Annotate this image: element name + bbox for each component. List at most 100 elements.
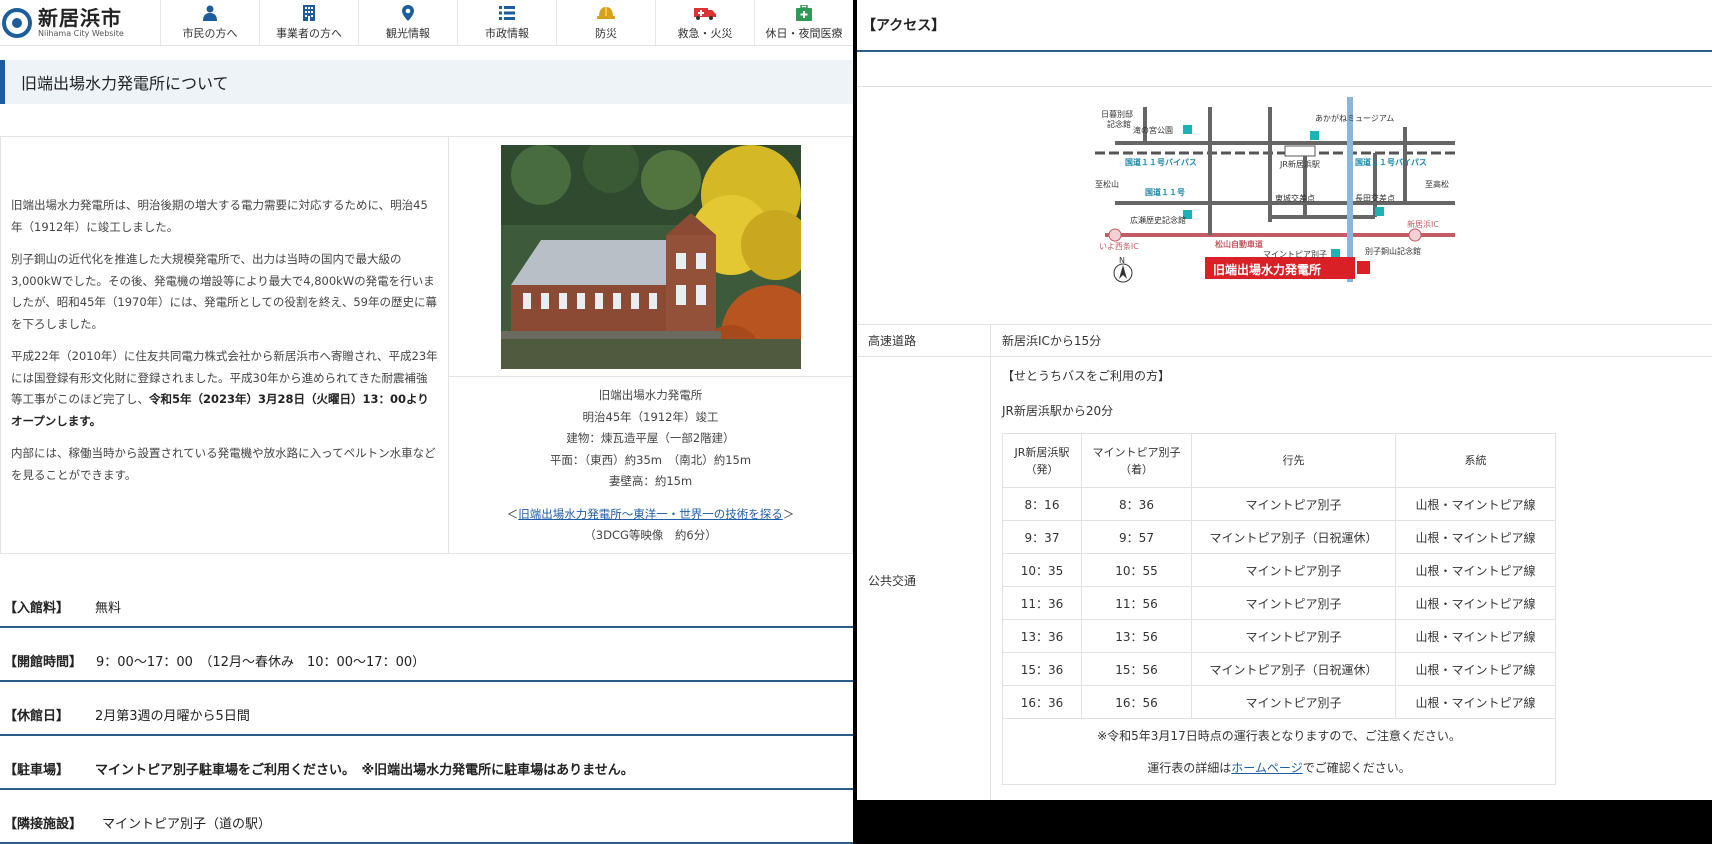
bus-timetable: JR新居浜駅 （発） マイントピア別子 （着） 行先 系統 8：16 8：36 マイント… [1002, 433, 1556, 785]
map-label: 松山自動車道 [1215, 239, 1263, 249]
bus-heading: 【せとうちバスをご利用の方】 [1002, 369, 1171, 383]
nav-item-emergency[interactable]: 救急・火災 [655, 0, 754, 45]
info-value: 無料 [95, 601, 122, 616]
nav-label: 休日・夜間医療 [765, 27, 843, 40]
map-label: 至松山 [1095, 179, 1119, 189]
building-icon [302, 4, 316, 22]
admission-row: 【入館料】 無料 [0, 588, 853, 628]
ambulance-icon [694, 4, 716, 22]
table-row: 13：36 13：56 マイントピア別子 山根・マイントピア線 [1002, 619, 1556, 653]
medical-kit-icon [796, 4, 812, 22]
table-row: 10：35 10：55 マイントピア別子 山根・マイントピア線 [1002, 553, 1556, 587]
neighbor-facility-row: 【隣接施設】 マイントピア別子（道の駅） [0, 790, 853, 844]
video-note: （3DCG等映像 約6分） [584, 528, 717, 542]
table-cell: 10：55 [1081, 553, 1192, 587]
map-label: 日暮別邸 [1101, 109, 1133, 119]
info-value: 2月第3週の月曜から5日間 [95, 709, 250, 724]
map-label: 東城交差点 [1275, 193, 1315, 203]
info-value: 9：00～17：00 （12月～春休み 10：00～17：00） [96, 655, 426, 670]
nav-label: 観光情報 [386, 27, 430, 40]
column-header: マイントピア別子 （着） [1081, 433, 1192, 488]
table-cell: 16：36 [1002, 685, 1082, 719]
column-header: 行先 [1191, 433, 1396, 488]
access-map: 日暮別邸 記念館 滝の宮公園 あかがねミュージアム JR新居浜駅 至松山 至高松… [1094, 96, 1475, 315]
table-cell: 11：56 [1081, 586, 1192, 620]
table-row: 16：36 16：56 マイントピア別子 山根・マイントピア線 [1002, 685, 1556, 719]
table-cell: 9：57 [1081, 520, 1192, 554]
map-pin-icon [402, 4, 414, 22]
public-transport-row: 公共交通 【せとうちバスをご利用の方】 JR新居浜駅から20分 JR新居浜駅 （発… [857, 357, 1712, 800]
intro-paragraph: 平成22年（2010年）に住友共同電力株式会社から新居浜市へ寄贈され、平成23年… [11, 349, 438, 428]
info-label: 【駐車場】 [4, 763, 70, 778]
map-label: 滝の宮公園 [1133, 125, 1173, 135]
table-row: 15：36 15：56 マイントピア別子（日祝運休） 山根・マイントピア線 [1002, 652, 1556, 686]
table-cell: 11：36 [1002, 586, 1082, 620]
map-row: 日暮別邸 記念館 滝の宮公園 あかがねミュージアム JR新居浜駅 至松山 至高松… [857, 87, 1712, 325]
bus-duration: JR新居浜駅から20分 [1002, 404, 1114, 418]
map-label: N [1119, 256, 1125, 265]
map-label: 長田交差点 [1355, 193, 1395, 203]
table-row: 8：16 8：36 マイントピア別子 山根・マイントピア線 [1002, 487, 1556, 521]
table-cell: 15：36 [1002, 652, 1082, 686]
info-label: 【休館日】 [4, 709, 70, 724]
column-header: JR新居浜駅 （発） [1002, 433, 1082, 488]
page-title: 旧端出場水力発電所について [0, 60, 853, 104]
timetable-note: ※令和5年3月17日時点の運行表となりますので、ご注意ください。 [1097, 728, 1461, 743]
intro-paragraph: 別子銅山の近代化を推進した大規模発電所で、出力は当時の国内で最大級の3,000k… [11, 252, 437, 331]
info-label: 【開館時間】 [4, 655, 83, 670]
table-cell: 8：36 [1081, 487, 1192, 521]
info-label: 【隣接施設】 [4, 817, 83, 832]
site-logo[interactable]: 新居浜市 Niihama City Website [0, 0, 160, 45]
logo-subtitle: Niihama City Website [38, 28, 124, 38]
video-link[interactable]: 旧端出場水力発電所～東洋一・世界一の技術を探る [518, 507, 783, 521]
highway-label: 高速道路 [857, 325, 991, 356]
table-cell: 山根・マイントピア線 [1395, 652, 1556, 686]
table-cell: マイントピア別子（日祝運休） [1191, 652, 1396, 686]
homepage-link[interactable]: ホームページ [1231, 761, 1302, 775]
access-table: 日暮別邸 記念館 滝の宮公園 あかがねミュージアム JR新居浜駅 至松山 至高松… [857, 86, 1712, 800]
info-value: マイントピア別子（道の駅） [102, 817, 272, 832]
global-nav: 市民の方へ 事業者の方へ 観光情報 市政情報 防災 救急・火災 休日・夜間医療 [160, 0, 853, 45]
table-cell: 15：56 [1081, 652, 1192, 686]
parking-row: 【駐車場】 マイントピア別子駐車場をご利用ください。 ※旧端出場水力発電所に駐車… [0, 736, 853, 790]
power-station-photo [500, 144, 801, 369]
table-cell: 山根・マイントピア線 [1395, 520, 1556, 554]
closed-days-row: 【休館日】 2月第3週の月曜から5日間 [0, 682, 853, 736]
nav-label: 市民の方へ [182, 27, 238, 40]
nav-item-tourism[interactable]: 観光情報 [358, 0, 457, 45]
nav-item-business[interactable]: 事業者の方へ [259, 0, 358, 45]
table-cell: 山根・マイントピア線 [1395, 619, 1556, 653]
table-cell: マイントピア別子 [1191, 586, 1396, 620]
map-label: 新居浜IC [1407, 219, 1439, 229]
table-cell: マイントピア別子 [1191, 685, 1396, 719]
nav-item-municipal[interactable]: 市政情報 [457, 0, 556, 45]
info-value: マイントピア別子駐車場をご利用ください。 ※旧端出場水力発電所に駐車場はありませ… [95, 763, 634, 778]
nav-label: 防災 [595, 27, 617, 40]
timetable-notes: ※令和5年3月17日時点の運行表となりますので、ご注意ください。 運行表の詳細は… [1002, 718, 1556, 785]
info-label: 【入館料】 [4, 601, 70, 616]
table-cell: 山根・マイントピア線 [1395, 685, 1556, 719]
right-page: 【アクセス】 日暮別邸 記念館 滝の宮公園 あかがねミュージアム JR新居浜駅 … [857, 0, 1712, 800]
table-cell: 山根・マイントピア線 [1395, 487, 1556, 521]
table-cell: マイントピア別子 [1191, 619, 1396, 653]
intro-media: 旧端出場水力発電所 明治45年（1912年）竣工 建物：煉瓦造平屋（一部2階建）… [449, 137, 853, 553]
map-label: 国道１１号 [1145, 187, 1185, 197]
map-label: 別子銅山記念館 [1365, 246, 1421, 256]
table-cell: 16：56 [1081, 685, 1192, 719]
intro-text: 旧端出場水力発電所は、明治後期の増大する電力需要に対応するために、明治45年（1… [0, 137, 449, 553]
map-label: 国道１１号バイパス [1125, 157, 1197, 167]
table-row: 11：36 11：56 マイントピア別子 山根・マイントピア線 [1002, 586, 1556, 620]
map-label: あかがねミュージアム [1315, 113, 1394, 123]
intro-section: 旧端出場水力発電所は、明治後期の増大する電力需要に対応するために、明治45年（1… [0, 136, 853, 554]
map-target-label: 旧端出場水力発電所 [1213, 262, 1321, 277]
public-transport-label: 公共交通 [857, 357, 991, 800]
nav-label: 事業者の方へ [276, 27, 342, 40]
site-header: 新居浜市 Niihama City Website 市民の方へ 事業者の方へ 観… [0, 0, 853, 46]
nav-item-citizens[interactable]: 市民の方へ [160, 0, 259, 45]
nav-label: 救急・火災 [677, 27, 733, 40]
table-row: 9：37 9：57 マイントピア別子（日祝運休） 山根・マイントピア線 [1002, 520, 1556, 554]
nav-item-disaster[interactable]: 防災 [556, 0, 655, 45]
nav-item-medical[interactable]: 休日・夜間医療 [754, 0, 853, 45]
left-page: 新居浜市 Niihama City Website 市民の方へ 事業者の方へ 観… [0, 0, 853, 844]
map-label: 広瀬歴史記念館 [1130, 215, 1186, 225]
